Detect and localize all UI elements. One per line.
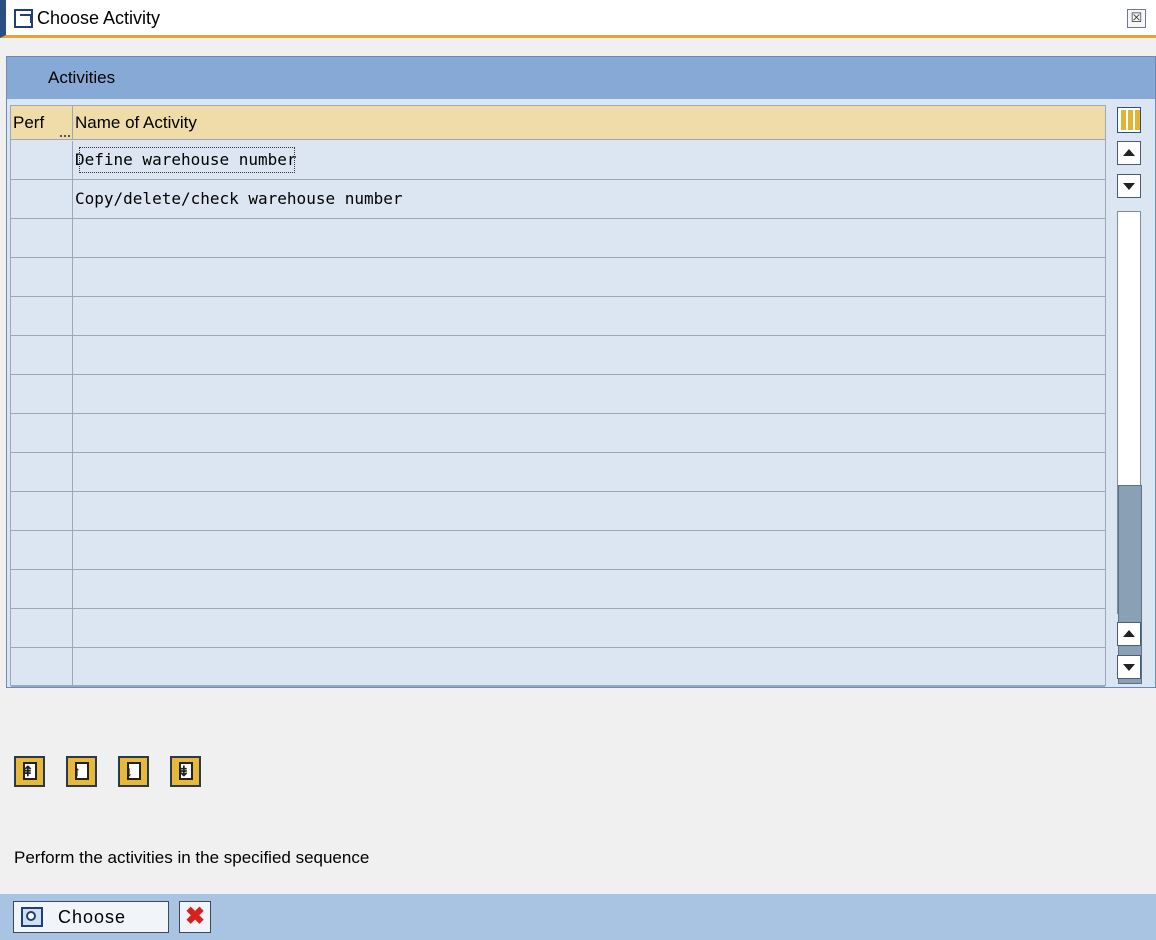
activity-name-cell[interactable] <box>73 414 75 452</box>
perf-cell[interactable] <box>11 180 73 218</box>
table-row[interactable] <box>11 375 1105 414</box>
table-row[interactable] <box>11 531 1105 570</box>
scroll-down-button[interactable] <box>1117 174 1141 198</box>
activity-name-cell[interactable]: Copy/delete/check warehouse number <box>73 180 403 218</box>
footer-toolbar: Choose ✖ <box>0 894 1156 940</box>
activities-frame-header: Activities <box>7 57 1155 99</box>
last-page-button[interactable]: ⇟ <box>170 756 201 787</box>
activities-table: Perf Name of Activity Define warehouse n… <box>10 105 1106 687</box>
activity-name-cell[interactable] <box>73 297 75 335</box>
activity-name-cell[interactable] <box>73 609 75 647</box>
table-row[interactable] <box>11 609 1105 648</box>
column-header-name[interactable]: Name of Activity <box>73 106 1105 140</box>
page-down-button[interactable] <box>1117 655 1141 679</box>
perf-cell[interactable] <box>11 375 73 413</box>
vertical-scrollbar[interactable] <box>1117 141 1142 684</box>
arrow-up-icon <box>1123 149 1135 156</box>
table-row[interactable] <box>11 492 1105 531</box>
last-page-icon: ⇟ <box>178 763 190 779</box>
arrow-up-icon <box>1123 630 1135 637</box>
table-row[interactable] <box>11 453 1105 492</box>
title-bar: Choose Activity ☒ <box>0 0 1156 38</box>
perf-cell[interactable] <box>11 258 73 296</box>
arrow-down-icon <box>1123 183 1135 190</box>
activity-name-cell[interactable] <box>73 375 75 413</box>
activity-name-cell[interactable] <box>73 219 75 257</box>
column-header-perf[interactable]: Perf <box>11 106 73 140</box>
table-settings-icon[interactable] <box>1117 107 1141 133</box>
perf-cell[interactable] <box>11 219 73 257</box>
choose-icon <box>21 907 43 927</box>
scroll-track[interactable] <box>1117 211 1142 684</box>
perf-cell[interactable] <box>11 453 73 491</box>
frame-title: Activities <box>48 68 116 87</box>
perf-cell[interactable] <box>11 297 73 335</box>
table-row[interactable] <box>11 336 1105 375</box>
next-page-icon: ↓ <box>126 763 133 779</box>
table-row[interactable] <box>11 258 1105 297</box>
activity-name-cell[interactable] <box>73 258 75 296</box>
perf-cell[interactable] <box>11 414 73 452</box>
table-row[interactable]: Copy/delete/check warehouse number <box>11 180 1105 219</box>
perf-cell[interactable] <box>11 141 73 179</box>
activities-frame: Activities Perf Name of Activity Define … <box>6 56 1156 688</box>
table-row[interactable] <box>11 219 1105 258</box>
perf-cell[interactable] <box>11 336 73 374</box>
table-row[interactable]: Define warehouse number <box>11 141 1105 180</box>
perf-cell[interactable] <box>11 531 73 569</box>
perf-cell[interactable] <box>11 570 73 608</box>
dialog-icon <box>14 9 33 28</box>
table-header: Perf Name of Activity <box>11 106 1105 140</box>
hint-text: Perform the activities in the specified … <box>14 848 370 867</box>
column-header-perf-label: Perf <box>13 113 45 132</box>
first-page-icon: ⇞ <box>22 763 34 779</box>
activity-name-cell[interactable] <box>73 492 75 530</box>
previous-page-icon: ↑ <box>74 763 81 779</box>
close-button[interactable]: ☒ <box>1127 9 1146 28</box>
table-row[interactable] <box>11 414 1105 453</box>
activity-name-cell[interactable] <box>73 531 75 569</box>
next-page-button[interactable]: ↓ <box>118 756 149 787</box>
scroll-up-button[interactable] <box>1117 141 1141 165</box>
choose-button[interactable]: Choose <box>13 901 169 933</box>
table-row[interactable] <box>11 570 1105 609</box>
activity-name-cell[interactable]: Define warehouse number <box>73 141 301 179</box>
table-row[interactable] <box>11 297 1105 336</box>
arrow-down-icon <box>1123 664 1135 671</box>
activity-name-cell[interactable] <box>73 453 75 491</box>
page-up-button[interactable] <box>1117 622 1141 646</box>
table-row[interactable] <box>11 648 1105 687</box>
activity-name-cell[interactable] <box>73 336 75 374</box>
perf-cell[interactable] <box>11 492 73 530</box>
choose-label: Choose <box>58 907 127 927</box>
activity-name-cell[interactable] <box>73 648 75 686</box>
window-title: Choose Activity <box>37 8 161 28</box>
column-resize-handle[interactable] <box>60 135 70 137</box>
cancel-button[interactable]: ✖ <box>179 901 211 933</box>
perf-cell[interactable] <box>11 648 73 686</box>
first-page-button[interactable]: ⇞ <box>14 756 45 787</box>
activity-name-cell[interactable] <box>73 570 75 608</box>
previous-page-button[interactable]: ↑ <box>66 756 97 787</box>
perf-cell[interactable] <box>11 609 73 647</box>
